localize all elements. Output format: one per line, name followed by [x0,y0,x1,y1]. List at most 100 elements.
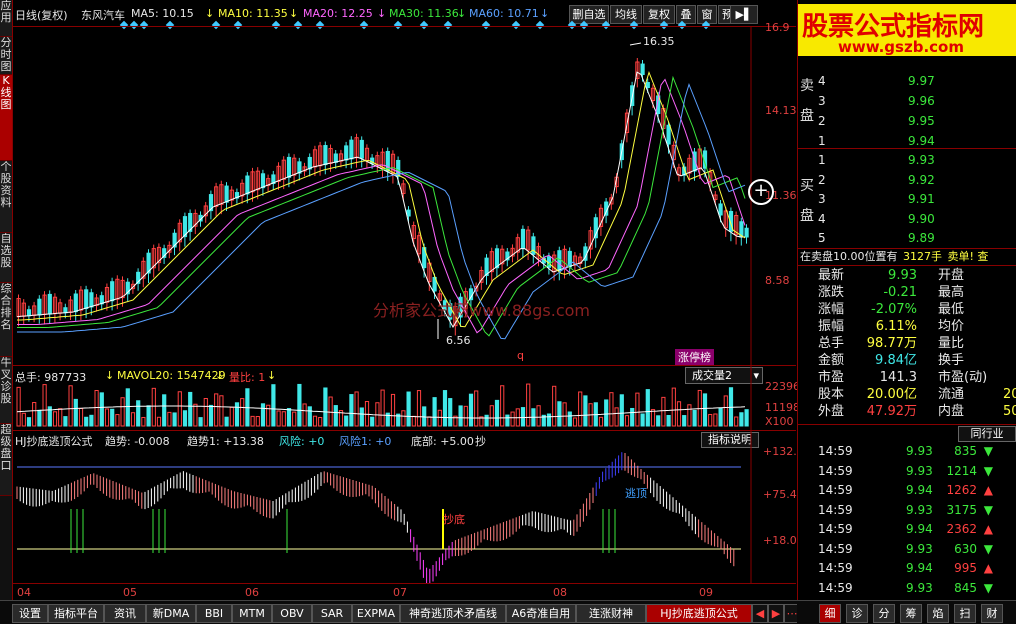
indicator-tab[interactable]: OBV [272,604,312,623]
quote-tab[interactable]: 扫 [954,604,976,623]
order-price: 9.89 [908,231,935,245]
zoom-in-icon[interactable]: + [748,179,774,205]
indicator-tab[interactable]: SAR [312,604,352,623]
quote-key: 量比 [938,336,965,351]
quote-row: 股本 20.00亿 流通 20 [798,387,1016,403]
left-tab[interactable]: 应用 [0,0,12,37]
trade-time: 14:59 [818,580,853,595]
trade-price: 9.94 [906,483,933,497]
sell-order-row[interactable]: 2 9.95 [818,112,1016,131]
notice-hands: 3127手 [903,250,942,263]
buy-order-row[interactable]: 1 9.93 [818,152,1016,171]
price-chart-panel[interactable]: 16.9 14.13 11.36 8.58 16.35 6.56 分析家公式网w… [13,21,797,365]
order-price: 9.95 [908,114,935,128]
quote-panel: 股票公式指标网 www.gszb.com 卖 盘 买 盘 4 9.97 3 9.96 2… [797,0,1016,600]
period-label[interactable]: 日线(复权) [15,7,68,23]
left-tab[interactable]: 分时图 [0,37,12,75]
volume-bars [16,366,752,430]
ma5-arrow: ↓ [205,7,215,20]
indicator-tab[interactable]: 资讯 [104,604,146,623]
left-tab[interactable]: 超级盘口 [0,424,12,496]
scroll-right-icon[interactable]: ▶ [768,604,784,623]
indicator-chart-panel[interactable]: HJ抄底逃顶公式 趋势: -0.008 趋势1: +13.38 风险: +0 风… [13,430,804,583]
quote-key: 股本 [818,387,845,402]
indicator-tab[interactable]: 连涨财神 [576,604,646,623]
large-order-notice[interactable]: 在卖盘10.00位置有 3127手 卖单! 查 [798,248,1016,265]
quote-tab[interactable]: 焰 [927,604,949,623]
indicator-tab[interactable]: 神奇逃顶术矛盾线 [400,604,506,623]
trade-row: 14:59 9.93 835 ▼ [798,441,997,461]
buy-order-row[interactable]: 4 9.90 [818,211,1016,230]
quote-summary: 最新 9.93 开盘 涨跌 -0.21 最高 涨幅 -2.07% 最低 振幅 6.11% 均价 总手 98… [798,265,1016,421]
trade-row: 14:59 9.93 1214 ▼ [798,461,997,481]
left-tab-strip: 应用 分时图 K线图 个股资料 自选股 综合排名 牛叉诊股 超级盘口 [0,0,13,600]
order-level: 1 [818,134,826,148]
buy-order-row[interactable]: 3 9.91 [818,191,1016,210]
trade-price: 9.93 [906,463,933,478]
left-tab[interactable]: 牛叉诊股 [0,357,12,424]
trade-volume: 630 [954,541,977,556]
brand-banner: 股票公式指标网 www.gszb.com [798,4,1016,56]
quote-tab[interactable]: 细 [819,604,841,623]
date-label: 07 [393,586,407,599]
order-price: 9.97 [908,74,935,88]
price-axis-label: 14.13 [765,104,797,117]
buy-order-row[interactable]: 2 9.92 [818,172,1016,191]
left-tab[interactable]: K线图 [0,75,12,161]
quote-value: 141.3 [879,370,917,385]
quote-row: 涨幅 -2.07% 最低 [798,302,997,318]
buy-order-row[interactable]: 5 9.89 [818,230,1016,249]
high-price-label: 16.35 [643,35,675,48]
quote-tab[interactable]: 分 [873,604,895,623]
indicator-tab[interactable]: BBI [196,604,232,623]
quote-key: 最低 [938,302,965,317]
arrow-up-icon: ▲ [983,483,993,497]
indicator-tab[interactable]: 新DMA [146,604,196,623]
date-label: 05 [123,586,137,599]
quote-tab[interactable]: 筹 [900,604,922,623]
scroll-left-icon[interactable]: ◀ [752,604,768,623]
indicator-tab[interactable]: 指标平台 [48,604,104,623]
quote-panel-tabs: 细诊分筹焰扫财 [797,600,1016,624]
same-industry-button[interactable]: 同行业 [958,426,1016,442]
arrow-up-icon: ▲ [983,522,993,536]
ma60-value: MA60: 10.71 [469,7,539,20]
order-price: 9.94 [908,134,935,148]
quote-value: 9.93 [888,268,917,283]
date-label: 08 [553,586,567,599]
buy-side-label: 盘 [800,208,814,224]
ma60-arrow: ↓ [540,7,550,20]
trade-row: 14:59 9.94 2362 ▲ [798,519,997,539]
volume-chart-panel[interactable]: 总手: 987733 ↓ MAVOL20: 1547429 ↓ 量比: 1 ↓ … [13,365,800,430]
left-tab[interactable]: 综合排名 [0,283,12,357]
trade-time: 14:59 [818,561,853,575]
quote-tab[interactable]: 诊 [846,604,868,623]
indicator-tab[interactable]: 设置 [12,604,48,623]
buy-signal-label: 抄底 [443,513,465,526]
indicator-tab[interactable]: MTM [232,604,272,623]
indicator-tab[interactable]: EXPMA [352,604,400,623]
arrow-up-icon: ▲ [983,561,993,575]
limit-up-badge[interactable]: 涨停榜 [675,349,714,365]
indicator-tab[interactable]: A6奇准自用 [506,604,576,623]
indicator-tab[interactable]: HJ抄底逃顶公式 [646,604,752,623]
order-price: 9.92 [908,172,935,187]
sell-order-row[interactable]: 4 9.97 [818,72,1016,91]
quote-key: 均价 [938,319,965,334]
date-axis: 04 05 06 07 08 09 [13,583,796,601]
trade-volume: 1214 [946,463,977,478]
quote-key: 市盈 [818,370,845,385]
quote-value: 47.92万 [866,404,917,419]
volume-axis-label: X100 [765,415,794,428]
left-tab[interactable]: 个股资料 [0,161,12,233]
left-tab[interactable]: 自选股 [0,233,12,283]
quote-value: 20.00亿 [866,387,917,402]
trade-price: 9.93 [906,444,933,458]
stock-name: 东风汽车 [81,9,125,22]
notice-action: 卖单! 查 [947,250,989,263]
trade-time: 14:59 [818,444,853,458]
quote-tab[interactable]: 财 [981,604,1003,623]
sell-order-row[interactable]: 3 9.96 [818,92,1016,111]
date-label: 06 [245,586,259,599]
quote-value: 20 [1003,387,1016,402]
